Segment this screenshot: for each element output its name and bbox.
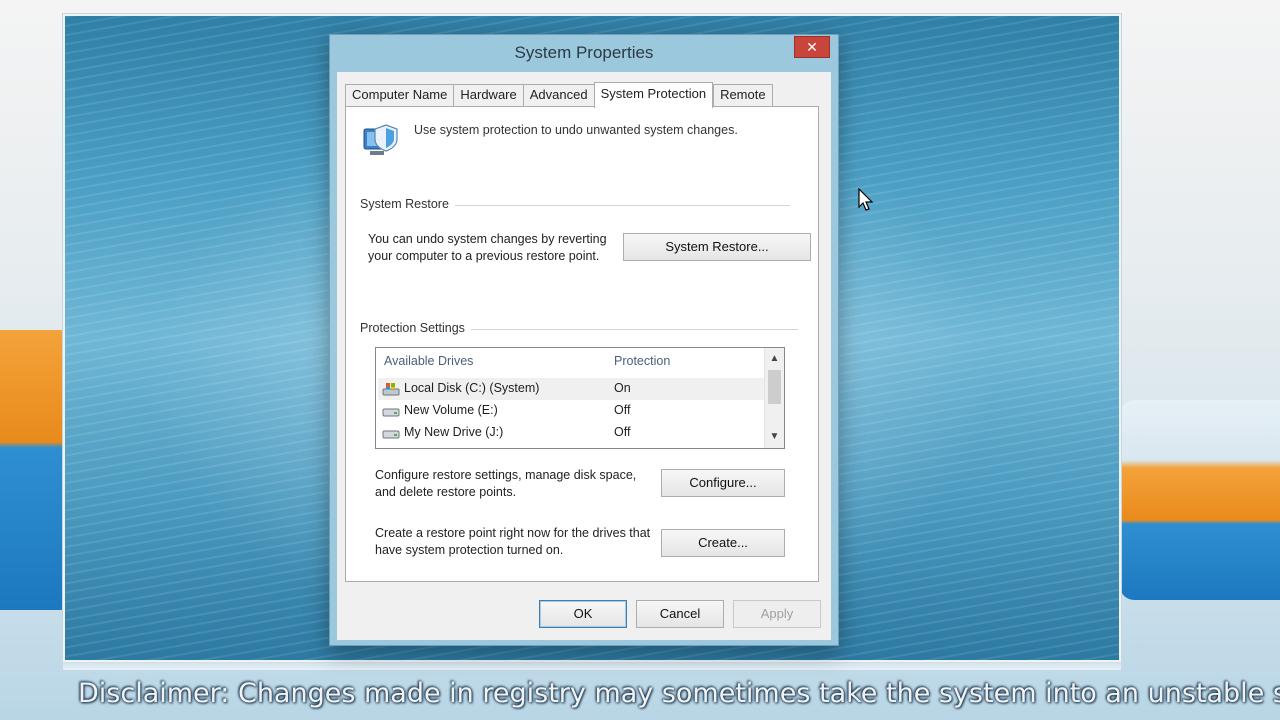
drive-name: My New Drive (J:): [404, 425, 504, 439]
drives-scrollbar[interactable]: ▲ ▼: [764, 348, 784, 448]
system-protection-icon: [363, 124, 398, 155]
dialog-client-area: Computer Name Hardware Advanced System P…: [337, 72, 831, 640]
create-description-line1: Create a restore point right now for the…: [375, 526, 651, 540]
system-protection-panel: Use system protection to undo unwanted s…: [345, 106, 819, 582]
hard-drive-icon: [382, 430, 400, 439]
drive-row[interactable]: Local Disk (C:) (System) On: [378, 378, 764, 400]
configure-description: Configure restore settings, manage disk …: [375, 467, 636, 501]
scroll-down-icon[interactable]: ▼: [765, 428, 784, 446]
close-button[interactable]: ✕: [794, 36, 830, 58]
tab-computer-name[interactable]: Computer Name: [345, 84, 454, 106]
create-description: Create a restore point right now for the…: [375, 525, 650, 559]
column-header-available-drives[interactable]: Available Drives: [384, 354, 473, 368]
intro-text: Use system protection to undo unwanted s…: [414, 123, 738, 137]
tab-hardware[interactable]: Hardware: [453, 84, 523, 106]
drive-protection-status: Off: [614, 425, 631, 439]
configure-description-line2: and delete restore points.: [375, 485, 517, 499]
tab-strip: Computer Name Hardware Advanced System P…: [345, 82, 773, 108]
drive-protection-status: On: [614, 381, 631, 395]
drive-name: New Volume (E:): [404, 403, 498, 417]
tab-advanced[interactable]: Advanced: [522, 84, 594, 106]
disclaimer-caption: Disclaimer: Changes made in registry may…: [78, 678, 1280, 709]
drive-row[interactable]: New Volume (E:) Off: [378, 400, 764, 422]
screen-bottom-edge: [63, 662, 1121, 670]
window-title: System Properties: [514, 43, 654, 62]
sofa-right-decoration: [1120, 400, 1280, 600]
column-header-protection[interactable]: Protection: [614, 354, 670, 368]
system-restore-description-line1: You can undo system changes by reverting: [368, 232, 607, 246]
create-button[interactable]: Create...: [661, 529, 785, 557]
system-restore-description-line2: your computer to a previous restore poin…: [368, 249, 600, 263]
hard-drive-icon: [382, 408, 400, 417]
system-drive-icon: [382, 383, 400, 396]
sofa-left-decoration: [0, 330, 70, 610]
system-restore-group-label: System Restore: [360, 197, 455, 211]
apply-button[interactable]: Apply: [733, 600, 821, 628]
system-properties-dialog: System Properties ✕ Computer Name Hardwa…: [329, 34, 839, 646]
ok-button[interactable]: OK: [539, 600, 627, 628]
configure-button[interactable]: Configure...: [661, 469, 785, 497]
configure-description-line1: Configure restore settings, manage disk …: [375, 468, 637, 482]
title-bar[interactable]: System Properties ✕: [330, 35, 838, 71]
system-restore-description: You can undo system changes by reverting…: [368, 231, 607, 265]
protection-settings-group-label: Protection Settings: [360, 321, 471, 335]
mouse-pointer-icon: [858, 188, 874, 211]
scroll-thumb[interactable]: [768, 370, 781, 404]
drive-name: Local Disk (C:) (System): [404, 381, 540, 395]
available-drives-list[interactable]: Available Drives Protection Local Disk (…: [375, 347, 785, 449]
drive-protection-status: Off: [614, 403, 631, 417]
scroll-up-icon[interactable]: ▲: [765, 350, 784, 368]
drives-list-header: Available Drives Protection: [376, 348, 764, 374]
cancel-button[interactable]: Cancel: [636, 600, 724, 628]
tab-remote[interactable]: Remote: [713, 84, 773, 106]
drive-row[interactable]: My New Drive (J:) Off: [378, 422, 764, 444]
system-restore-button[interactable]: System Restore...: [623, 233, 811, 261]
tab-system-protection[interactable]: System Protection: [593, 82, 714, 108]
close-icon: ✕: [806, 39, 818, 55]
create-description-line2: have system protection turned on.: [375, 543, 564, 557]
